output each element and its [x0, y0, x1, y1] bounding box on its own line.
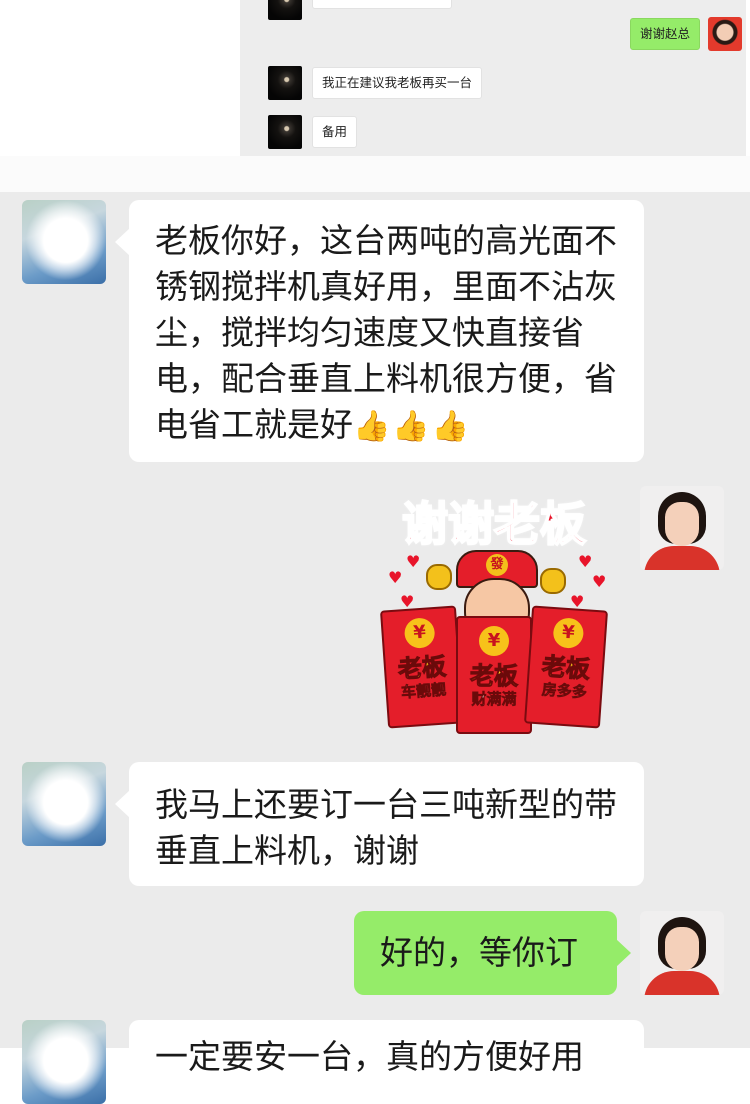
heart-icon: ♥ [406, 552, 421, 571]
heart-icon: ♥ [578, 552, 593, 571]
heart-icon: ♥ [592, 572, 607, 591]
inset-message-row: 备用 [268, 115, 358, 149]
avatar[interactable] [22, 762, 106, 846]
inset-message-row-cut [268, 0, 452, 20]
inset-message-row: 我正在建议我老板再买一台 [268, 66, 483, 100]
avatar[interactable] [22, 1020, 106, 1104]
avatar [268, 0, 302, 20]
avatar [708, 17, 742, 51]
divider [0, 156, 750, 192]
top-whitespace [0, 0, 240, 156]
sticker[interactable]: 谢谢老板 ♥ ♥ ♥ ♥ ♥ ♥ 發 ¥ 老板 车靓靓 ¥ 老板 财满满 ¥ 老… [376, 488, 612, 734]
message-bubble[interactable]: 一定要安一台，真的方便好用 [129, 1020, 644, 1080]
red-envelope: ¥ 老板 房多多 [523, 605, 609, 729]
avatar [268, 66, 302, 100]
cut-bubble [312, 0, 452, 9]
chat-area: 老板你好，这台两吨的高光面不锈钢搅拌机真好用，里面不沾灰尘，搅拌均匀速度又快直接… [0, 192, 750, 1104]
hat-badge: 發 [486, 554, 508, 576]
message-text: 一定要安一台，真的方便好用 [155, 1037, 584, 1076]
message-bubble[interactable]: 好的，等你订 [354, 911, 631, 995]
embedded-chat-screenshot: 谢谢赵总 我正在建议我老板再买一台 备用 [240, 0, 746, 156]
sticker-title: 谢谢老板 [401, 496, 587, 552]
heart-icon: ♥ [388, 568, 403, 587]
avatar [268, 115, 302, 149]
thumbs-up-icon: 👍👍👍 [353, 409, 472, 444]
avatar[interactable] [640, 911, 724, 995]
inset-message-row: 谢谢赵总 [629, 17, 742, 51]
avatar[interactable] [22, 200, 106, 284]
message-bubble: 备用 [312, 116, 358, 148]
coin-icon [540, 568, 566, 594]
message-bubble: 谢谢赵总 [629, 18, 700, 50]
message-text: 好的，等你订 [380, 933, 578, 972]
red-envelope: ¥ 老板 车靓靓 [379, 605, 465, 729]
message-text: 我马上还要订一台三吨新型的带垂直上料机，谢谢 [155, 785, 617, 870]
message-bubble: 我正在建议我老板再买一台 [312, 67, 483, 99]
message-bubble[interactable]: 老板你好，这台两吨的高光面不锈钢搅拌机真好用，里面不沾灰尘，搅拌均匀速度又快直接… [115, 200, 644, 462]
red-envelope: ¥ 老板 财满满 [456, 616, 532, 734]
message-bubble[interactable]: 我马上还要订一台三吨新型的带垂直上料机，谢谢 [115, 762, 644, 886]
coin-icon [426, 564, 452, 590]
avatar[interactable] [640, 486, 724, 570]
